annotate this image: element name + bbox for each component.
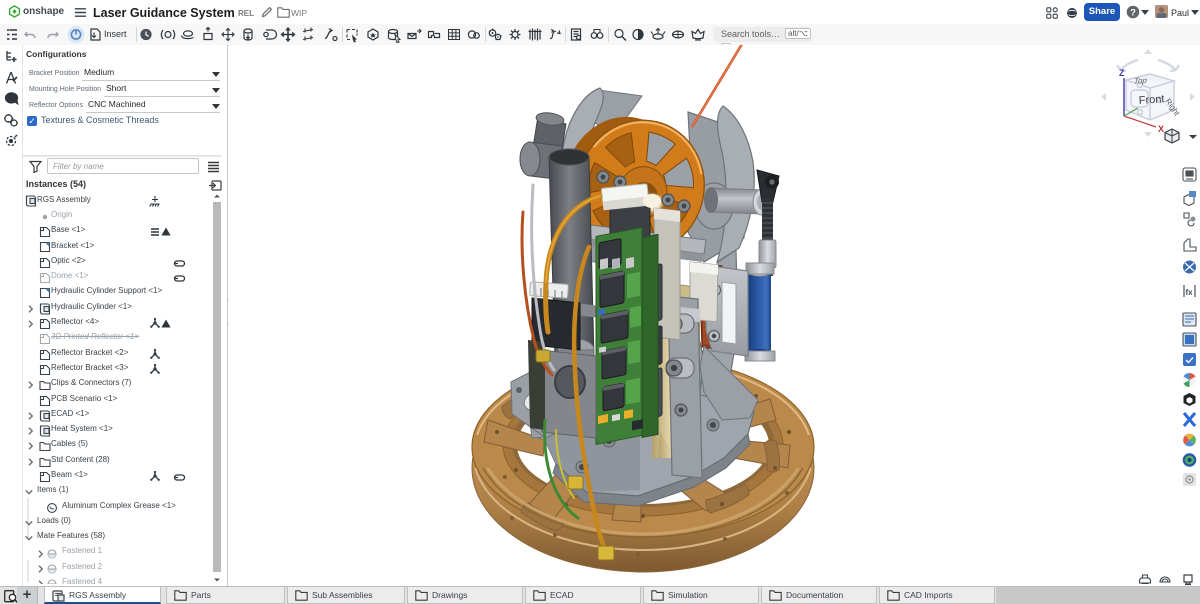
svg-text:Front: Front [1138,93,1164,107]
svg-text:?: ? [1130,7,1136,18]
svg-text:Z: Z [1119,68,1125,78]
svg-text:fx: fx [1186,288,1194,297]
